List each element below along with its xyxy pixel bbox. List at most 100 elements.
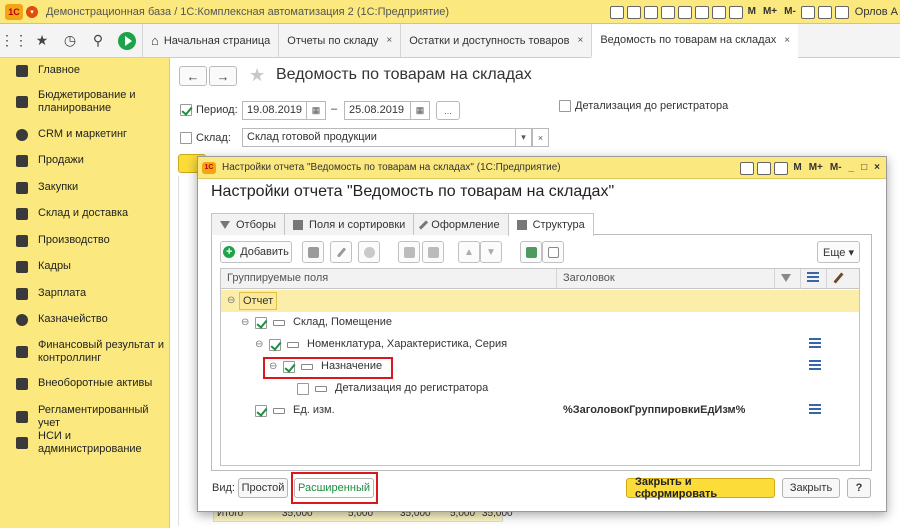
save-icon[interactable]	[609, 5, 624, 19]
sidebar-item-sales[interactable]: Продажи	[0, 154, 90, 167]
collapse-icon[interactable]: ⊖	[241, 317, 249, 328]
detail-checkbox[interactable]	[559, 100, 571, 112]
calendar-icon[interactable]: ▦	[410, 101, 430, 120]
maximize-icon[interactable]: □	[859, 162, 869, 175]
favorites-star-icon[interactable]: ★	[28, 24, 56, 57]
tab-appearance[interactable]: Оформление	[413, 213, 509, 235]
close-icon[interactable]: ×	[872, 162, 882, 175]
forward-button[interactable]: →	[209, 66, 237, 86]
sidebar-item-salary[interactable]: Зарплата	[0, 287, 92, 300]
col-grouped-fields[interactable]: Группируемые поля	[221, 269, 557, 289]
sidebar-item-crm[interactable]: CRM и маркетинг	[0, 128, 133, 141]
calendar-icon[interactable]	[774, 161, 789, 175]
chevron-down-icon[interactable]: ▾	[515, 128, 532, 147]
tree-row-warehouse[interactable]: ⊖ Склад, Помещение	[221, 312, 859, 334]
sidebar-item-fixed-assets[interactable]: Внеоборотные активы	[0, 377, 158, 390]
collapse-icon[interactable]: ⊖	[255, 339, 263, 350]
notify-icon[interactable]	[834, 5, 849, 19]
memory-minus-button[interactable]: M-	[828, 162, 844, 175]
tab-filters[interactable]: Отборы	[211, 213, 286, 235]
fields-icon[interactable]	[809, 404, 821, 416]
sidebar-item-admin[interactable]: НСИ и администрирование	[0, 430, 150, 456]
memory-m-button[interactable]: M	[791, 162, 803, 175]
user-name[interactable]: Орлов А	[855, 6, 898, 18]
uncheck-all-button[interactable]	[542, 241, 564, 263]
sidebar-item-production[interactable]: Производство	[0, 234, 116, 247]
history-icon[interactable]: ◷	[56, 24, 84, 57]
close-icon[interactable]: ×	[386, 35, 392, 46]
calendar-icon[interactable]: ▦	[306, 101, 326, 120]
row-checkbox[interactable]	[297, 383, 309, 395]
add-button[interactable]: + Добавить	[220, 241, 292, 263]
tab-stock-availability[interactable]: Остатки и доступность товаров ×	[400, 24, 591, 57]
link-icon[interactable]	[757, 161, 772, 175]
close-icon[interactable]: ×	[577, 35, 583, 46]
minimize-icon[interactable]: _	[847, 162, 857, 175]
memory-plus-button[interactable]: M+	[761, 6, 779, 19]
period-select-button[interactable]: ...	[436, 101, 460, 120]
tab-fields-sorting[interactable]: Поля и сортировки	[284, 213, 415, 235]
clear-icon[interactable]: ×	[532, 128, 549, 147]
tab-home[interactable]: ⌂ Начальная страница	[142, 24, 278, 57]
more-button[interactable]: Еще ▾	[817, 241, 860, 263]
about-icon[interactable]	[817, 5, 832, 19]
preview-icon[interactable]	[643, 5, 658, 19]
row-checkbox[interactable]	[255, 317, 267, 329]
search-icon[interactable]: ⚲	[84, 24, 112, 57]
edit-button[interactable]	[330, 241, 352, 263]
col-appearance[interactable]	[827, 269, 859, 289]
tree-row-report[interactable]: ⊖ Отчет	[221, 290, 859, 312]
sidebar-item-warehouse[interactable]: Склад и доставка	[0, 207, 134, 220]
tree-row-detail[interactable]: Детализация до регистратора	[221, 378, 859, 400]
sidebar-item-finance[interactable]: Финансовый результат и контроллинг	[0, 339, 170, 365]
check-all-button[interactable]	[520, 241, 542, 263]
col-filter[interactable]	[775, 269, 801, 289]
sections-grid-icon[interactable]: ⋮⋮	[0, 24, 28, 57]
tree-row-nomenclature[interactable]: ⊖ Номенклатура, Характеристика, Серия	[221, 334, 859, 356]
period-checkbox[interactable]	[180, 104, 192, 116]
calendar-icon[interactable]	[711, 5, 726, 19]
memory-minus-button[interactable]: M-	[782, 6, 798, 19]
tree-row-unit[interactable]: Ед. изм. %ЗаголовокГруппировкиЕдИзм%	[221, 400, 859, 422]
fields-icon[interactable]	[809, 338, 821, 350]
col-header[interactable]: Заголовок	[557, 269, 775, 289]
fields-icon[interactable]	[809, 360, 821, 372]
collapse-icon[interactable]: ⊖	[227, 295, 235, 306]
app-menu-icon[interactable]: ▾	[26, 5, 38, 18]
warehouse-checkbox[interactable]	[180, 132, 192, 144]
move-down-button[interactable]: ▼	[480, 241, 502, 263]
link-icon[interactable]	[660, 5, 675, 19]
sidebar-item-personnel[interactable]: Кадры	[0, 260, 77, 273]
add-group-button[interactable]	[302, 241, 324, 263]
help-button[interactable]: ?	[847, 478, 871, 498]
tab-stock-statement[interactable]: Ведомость по товарам на складах ×	[591, 24, 799, 58]
ungroup-button[interactable]	[422, 241, 444, 263]
warehouse-field[interactable]: Склад готовой продукции	[242, 128, 532, 147]
sidebar-item-purchases[interactable]: Закупки	[0, 181, 84, 194]
zoom-icon[interactable]	[800, 5, 815, 19]
sidebar-item-main[interactable]: Главное	[0, 64, 86, 77]
close-and-build-button[interactable]: Закрыть и сформировать	[626, 476, 775, 500]
save-icon[interactable]	[740, 161, 755, 175]
close-icon[interactable]: ×	[784, 35, 790, 46]
simple-view-button[interactable]: Простой	[238, 478, 288, 498]
sidebar-item-regulated[interactable]: Регламентированный учет	[0, 404, 169, 430]
close-button[interactable]: Закрыть	[782, 478, 840, 498]
move-up-button[interactable]: ▲	[458, 241, 480, 263]
memory-plus-button[interactable]: M+	[807, 162, 825, 175]
delete-button[interactable]	[358, 241, 380, 263]
calculator-icon[interactable]	[728, 5, 743, 19]
row-checkbox[interactable]	[269, 339, 281, 351]
tab-warehouse-reports[interactable]: Отчеты по складу ×	[278, 24, 400, 57]
cut-icon[interactable]	[677, 5, 692, 19]
favorite-star-icon[interactable]: ★	[249, 65, 265, 86]
back-button[interactable]: ←	[179, 66, 207, 86]
row-checkbox[interactable]	[255, 405, 267, 417]
col-fields[interactable]	[801, 269, 827, 289]
memory-m-button[interactable]: M	[746, 6, 758, 19]
print-icon[interactable]	[626, 5, 641, 19]
paste-icon[interactable]	[694, 5, 709, 19]
go-arrow-icon[interactable]	[118, 31, 136, 50]
move-to-group-button[interactable]	[398, 241, 420, 263]
sidebar-item-treasury[interactable]: Казначейство	[0, 313, 114, 326]
